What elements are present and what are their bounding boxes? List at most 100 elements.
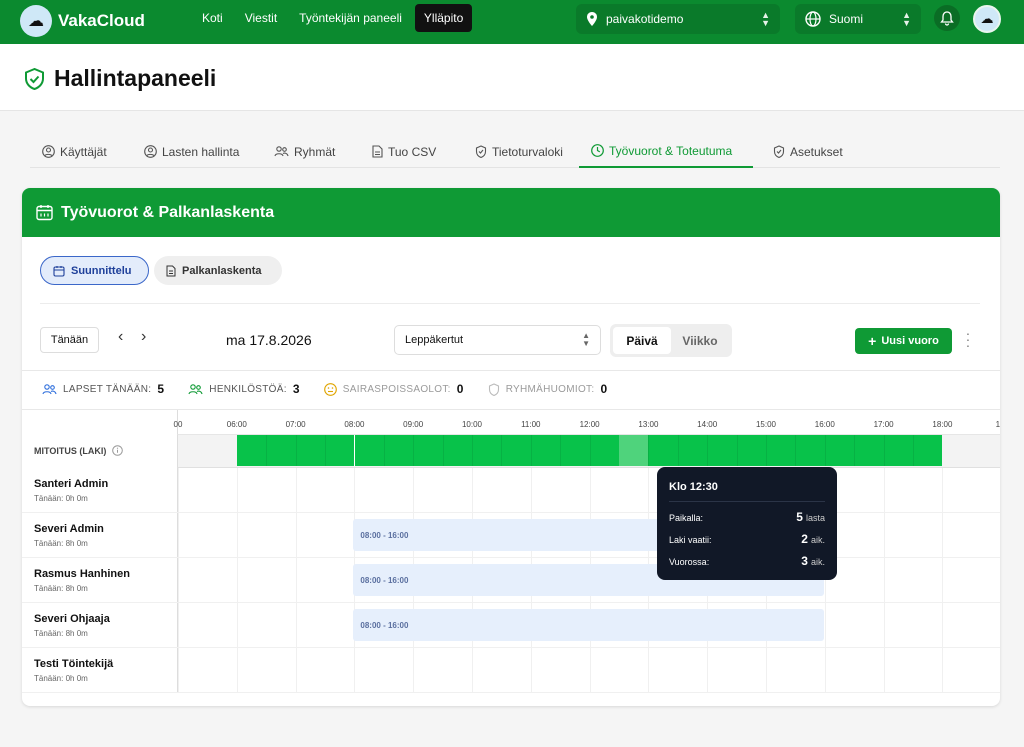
tooltip-row: Paikalla: 5 lasta [669,510,825,524]
tooltip-row: Vuorossa: 3 aik. [669,554,825,568]
mitoitus-slot-divider [266,435,268,466]
staff-today-hours: Tänään: 8h 0m [34,629,88,638]
smile-icon [323,382,337,396]
tab-children[interactable]: Lasten hallinta [132,135,251,168]
staff-row: Testi Töintekijä Tänään: 0h 0m [22,648,1000,693]
more-vertical-icon[interactable]: · · · [965,326,971,352]
location-select[interactable]: paivakotidemo ▲ ▼ [576,4,780,34]
chevron-left-icon[interactable]: ‹ [118,328,123,346]
staff-row: Santeri Admin Tänään: 0h 0m [22,468,1000,513]
app-logo[interactable]: ☁ VakaCloud [20,5,145,37]
nav-item-admin[interactable]: Ylläpito [414,4,473,32]
group-select-value: Leppäkertut [405,334,464,346]
shield-check-icon [773,145,785,158]
subtab-payroll[interactable]: Palkanlaskenta [154,256,282,285]
tooltip-label: Laki vaatii: [669,535,712,545]
user-circle-icon [42,145,55,158]
stat-value: 0 [456,382,464,396]
tab-import-csv[interactable]: Tuo CSV [360,135,448,168]
staff-name[interactable]: Severi Admin [34,523,104,535]
mitoitus-slot-divider [736,435,738,466]
stat-label: Henkilöstöä: [209,383,287,395]
current-date: ma 17.8.2026 [226,332,312,348]
staff-name[interactable]: Testi Töintekijä [34,658,113,670]
mitoitus-slot-divider [766,435,767,466]
mitoitus-slot-divider [854,435,856,466]
clock-icon [591,144,604,157]
mitoitus-slot-divider [354,435,356,466]
subtab-planning[interactable]: Suunnittelu [40,256,149,285]
staff-today-hours: Tänään: 8h 0m [34,539,88,548]
mitoitus-slot-divider [648,435,650,466]
staff-name[interactable]: Rasmus Hanhinen [34,568,130,580]
nav-item-employee-panel[interactable]: Työntekijän paneeli [290,4,411,32]
tooltip-value: 3 [801,554,808,568]
tab-security-log[interactable]: Tietoturvaloki [463,135,575,168]
divider [40,303,980,304]
file-text-icon [166,265,176,276]
hover-tooltip: Klo 12:30 Paikalla: 5 lasta Laki vaatii: … [657,467,837,580]
card-title: Työvuorot & Palkanlaskenta [61,203,275,221]
user-avatar[interactable]: ☁ [973,5,1001,33]
mitoitus-slot-divider [442,435,444,466]
time-axis: 00 06:00 07:00 08:00 09:00 10:00 11:00 12:00 13:… [174,410,1000,435]
tooltip-label: Vuorossa: [669,557,710,567]
mitoitus-slot-divider [707,435,709,466]
view-week-button[interactable]: Viikko [671,327,729,354]
stats-bar: Lapset tänään: 5 Henkilöstöä: 3 Sairaspo… [42,382,631,396]
time-tick-label: 12:00 [579,420,600,429]
stat-label: Ryhmähuomiot: [505,383,595,395]
nav-item-home[interactable]: Koti [193,4,232,32]
tab-users[interactable]: Käyttäjät [30,135,119,168]
file-icon [372,145,383,158]
group-select[interactable]: Leppäkertut ▲ ▼ [394,325,601,355]
shift-block[interactable]: 08:00 - 16:00 [353,609,824,641]
shield-check-icon [25,68,44,90]
time-tick-label: 14:00 [697,420,718,429]
main-nav: Koti Viestit Työntekijän paneeli Ylläpit… [193,4,476,32]
today-button[interactable]: Tänään [40,327,99,353]
mitoitus-slot-divider [795,435,797,466]
mitoitus-slot-divider [560,435,562,466]
nav-item-messages[interactable]: Viestit [236,4,286,32]
stat-group-notes: Ryhmähuomiot: 0 [488,382,608,396]
calendar-icon [36,205,53,221]
plus-icon: + [868,333,877,349]
tooltip-label: Paikalla: [669,513,704,523]
view-day-button[interactable]: Päivä [613,327,671,354]
tab-groups[interactable]: Ryhmät [262,135,347,168]
staff-name[interactable]: Severi Ohjaaja [34,613,110,625]
stat-children-today: Lapset tänään: 5 [42,382,164,396]
info-icon[interactable] [112,445,124,456]
tooltip-value: 2 [801,532,808,546]
cloud-logo-icon: ☁ [20,5,52,37]
chevron-right-icon[interactable]: › [141,328,146,346]
tooltip-value: 5 [796,510,803,524]
top-navigation-bar: ☁ VakaCloud Koti Viestit Työntekijän pan… [0,0,1024,44]
mitoitus-label-text: MITOITUS (LAKI) [34,445,107,456]
shield-icon [488,382,499,396]
time-tick-label: 15:00 [755,420,777,429]
staff-row: Severi Ohjaaja Tänään: 8h 0m 08:00 - 16:00 [22,603,1000,648]
page-title: Hallintapaneeli [54,65,217,91]
time-tick-label: 09:00 [403,420,424,429]
tab-label: Tietoturvaloki [492,144,563,159]
staff-name[interactable]: Santeri Admin [34,478,108,490]
mitoitus-slot-divider [295,435,297,466]
notifications-bell-icon[interactable] [934,5,960,31]
app-name: VakaCloud [58,11,145,30]
tab-label: Ryhmät [294,144,336,159]
subtab-label: Suunnittelu [71,264,132,277]
users-icon [42,383,57,394]
mitoitus-slot-divider [325,435,326,466]
mitoitus-slot-divider [413,435,415,466]
tab-shifts[interactable]: Työvuorot & Toteutuma [579,135,753,168]
chevron-updown-icon: ▲ ▼ [582,331,590,348]
tab-settings[interactable]: Asetukset [761,135,855,168]
mitoitus-slot-divider [472,435,473,466]
mitoitus-label: MITOITUS (LAKI) [34,445,124,456]
mitoitus-hover-slot[interactable] [619,435,649,466]
new-shift-button[interactable]: + Uusi vuoro [855,328,952,354]
language-select[interactable]: Suomi ▲ ▼ [795,4,921,34]
mitoitus-slot-divider [530,435,532,466]
